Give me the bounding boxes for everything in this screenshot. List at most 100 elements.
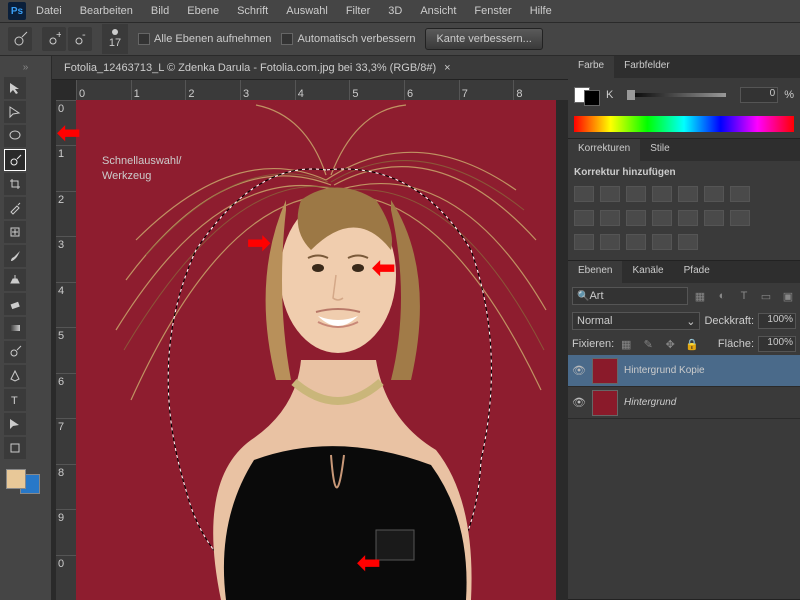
layer-thumbnail[interactable]: [592, 358, 618, 384]
blend-mode-select[interactable]: Normal⌄: [572, 312, 700, 330]
type-tool[interactable]: T: [4, 389, 26, 411]
selective-color-icon[interactable]: [600, 234, 620, 250]
tab-kanaele[interactable]: Kanäle: [622, 261, 673, 283]
dodge-tool[interactable]: [4, 341, 26, 363]
menu-ansicht[interactable]: Ansicht: [412, 1, 464, 21]
adjustments-panel: Korrekturen Stile Korrektur hinzufügen: [568, 139, 800, 261]
app-logo: Ps: [8, 2, 26, 20]
annotation-label: Schnellauswahl/Werkzeug: [102, 152, 182, 182]
filter-adjust-icon[interactable]: ◐: [714, 288, 730, 304]
adj-icon[interactable]: [652, 234, 672, 250]
visibility-icon[interactable]: 👁: [572, 396, 586, 409]
clone-stamp-tool[interactable]: [4, 269, 26, 291]
fill-input[interactable]: 100%: [758, 336, 796, 352]
tab-ebenen[interactable]: Ebenen: [568, 261, 622, 283]
color-swatch-pair[interactable]: [574, 84, 600, 106]
menu-bearbeiten[interactable]: Bearbeiten: [72, 1, 141, 21]
lock-all-icon[interactable]: 🔒: [684, 336, 700, 352]
menu-bild[interactable]: Bild: [143, 1, 177, 21]
opacity-label: Deckkraft:: [704, 315, 754, 327]
svg-text:-: -: [82, 32, 86, 41]
channel-mixer-icon[interactable]: [626, 210, 646, 226]
document-tab[interactable]: Fotolia_12463713_L © Zdenka Darula - Fot…: [52, 56, 568, 80]
toolbar-grip-icon: »: [4, 60, 47, 75]
pen-tool[interactable]: [4, 365, 26, 387]
adj-icon[interactable]: [626, 234, 646, 250]
refine-edge-button[interactable]: Kante verbessern...: [425, 28, 542, 50]
color-swatch[interactable]: [4, 469, 44, 494]
menu-fenster[interactable]: Fenster: [466, 1, 519, 21]
tab-korrekturen[interactable]: Korrekturen: [568, 139, 640, 161]
menu-auswahl[interactable]: Auswahl: [278, 1, 336, 21]
menu-schrift[interactable]: Schrift: [229, 1, 276, 21]
brush-tool[interactable]: [4, 245, 26, 267]
crop-tool[interactable]: [4, 173, 26, 195]
filter-pixel-icon[interactable]: ▦: [692, 288, 708, 304]
adj-icon[interactable]: [678, 234, 698, 250]
adjustment-presets: [574, 182, 794, 206]
menu-ebene[interactable]: Ebene: [179, 1, 227, 21]
layer-name[interactable]: Hintergrund Kopie: [624, 365, 705, 376]
tab-farbe[interactable]: Farbe: [568, 56, 614, 78]
photo-filter-icon[interactable]: [600, 210, 620, 226]
lock-transparent-icon[interactable]: ▦: [618, 336, 634, 352]
menu-filter[interactable]: Filter: [338, 1, 378, 21]
vibrance-icon[interactable]: [678, 186, 698, 202]
selection-subtract-icon[interactable]: -: [68, 27, 92, 51]
brightness-icon[interactable]: [574, 186, 594, 202]
bw-icon[interactable]: [574, 210, 594, 226]
eraser-tool[interactable]: [4, 293, 26, 315]
move-tool[interactable]: [4, 77, 26, 99]
k-slider[interactable]: [627, 93, 726, 97]
toolbar: » T: [0, 56, 52, 600]
layer-name[interactable]: Hintergrund: [624, 397, 676, 408]
path-select-tool[interactable]: [4, 413, 26, 435]
direct-select-tool[interactable]: [4, 101, 26, 123]
tab-pfade[interactable]: Pfade: [674, 261, 720, 283]
invert-icon[interactable]: [678, 210, 698, 226]
posterize-icon[interactable]: [704, 210, 724, 226]
lasso-tool[interactable]: [4, 125, 26, 147]
levels-icon[interactable]: [600, 186, 620, 202]
menu-datei[interactable]: Datei: [28, 1, 70, 21]
opacity-input[interactable]: 100%: [758, 313, 796, 329]
filter-smart-icon[interactable]: ▣: [780, 288, 796, 304]
checkbox-auto-enhance[interactable]: Automatisch verbessern: [281, 33, 415, 45]
exposure-icon[interactable]: [652, 186, 672, 202]
percent-label: %: [784, 89, 794, 101]
k-value-input[interactable]: 0: [740, 87, 778, 103]
main-area: » T Fotolia_12463713_L © Zdenka Darula -…: [0, 56, 800, 600]
quick-selection-tool[interactable]: [4, 149, 26, 171]
close-icon[interactable]: ×: [444, 62, 450, 74]
selection-add-icon[interactable]: +: [42, 27, 66, 51]
current-tool-icon[interactable]: [8, 27, 32, 51]
brush-size-picker[interactable]: 17: [102, 24, 128, 54]
filter-shape-icon[interactable]: ▭: [758, 288, 774, 304]
color-spectrum[interactable]: [574, 116, 794, 132]
gradient-tool[interactable]: [4, 317, 26, 339]
gradient-map-icon[interactable]: [574, 234, 594, 250]
fill-label: Fläche:: [718, 338, 754, 350]
menu-3d[interactable]: 3D: [380, 1, 410, 21]
lock-position-icon[interactable]: ✥: [662, 336, 678, 352]
lookup-icon[interactable]: [652, 210, 672, 226]
colorbalance-icon[interactable]: [730, 186, 750, 202]
menu-hilfe[interactable]: Hilfe: [522, 1, 560, 21]
layer-filter-kind[interactable]: 🔍 Art: [572, 287, 688, 305]
layer-item[interactable]: 👁 Hintergrund Kopie: [568, 355, 800, 387]
threshold-icon[interactable]: [730, 210, 750, 226]
checkbox-all-layers[interactable]: Alle Ebenen aufnehmen: [138, 33, 271, 45]
eyedropper-tool[interactable]: [4, 197, 26, 219]
filter-type-icon[interactable]: T: [736, 288, 752, 304]
curves-icon[interactable]: [626, 186, 646, 202]
layer-item[interactable]: 👁 Hintergrund: [568, 387, 800, 419]
healing-brush-tool[interactable]: [4, 221, 26, 243]
layer-thumbnail[interactable]: [592, 390, 618, 416]
hue-icon[interactable]: [704, 186, 724, 202]
lock-paint-icon[interactable]: ✎: [640, 336, 656, 352]
foreground-color[interactable]: [6, 469, 26, 489]
tab-stile[interactable]: Stile: [640, 139, 679, 161]
shape-tool[interactable]: [4, 437, 26, 459]
tab-farbfelder[interactable]: Farbfelder: [614, 56, 680, 78]
visibility-icon[interactable]: 👁: [572, 364, 586, 377]
